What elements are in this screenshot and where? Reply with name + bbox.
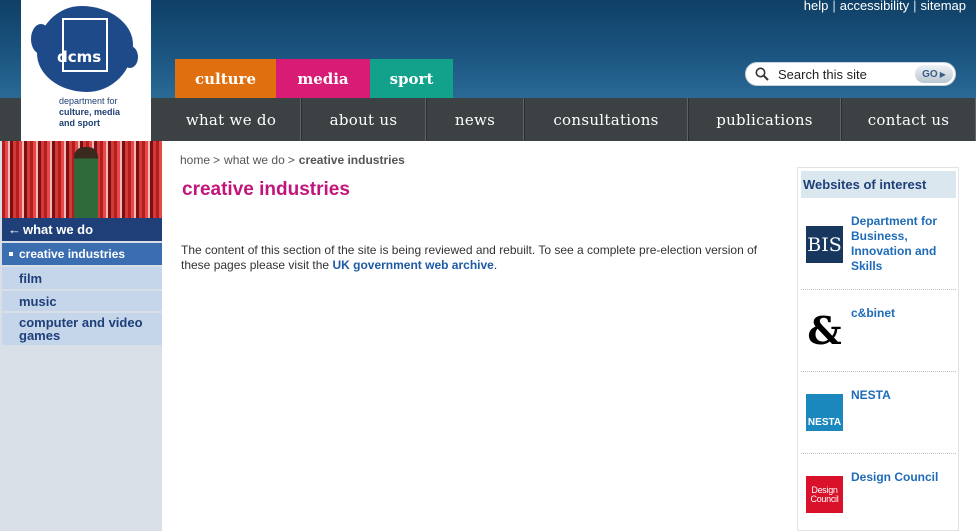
accessibility-link[interactable]: accessibility bbox=[840, 0, 909, 13]
page-title: creative industries bbox=[182, 179, 350, 200]
nav-news[interactable]: news bbox=[426, 98, 524, 141]
link-separator: | bbox=[832, 0, 836, 13]
tab-culture[interactable]: culture bbox=[175, 59, 276, 98]
site-cabinet[interactable]: & c&binet bbox=[801, 290, 956, 372]
tab-sport[interactable]: sport bbox=[370, 59, 453, 98]
search-go-button[interactable]: GO ▶ bbox=[915, 65, 953, 83]
sidebar-item-computer-and-video-games[interactable]: computer and video games bbox=[2, 313, 162, 345]
panel-title: Websites of interest bbox=[801, 171, 956, 198]
sidebar-item-film[interactable]: film bbox=[2, 267, 162, 289]
breadcrumb-separator: > bbox=[213, 153, 221, 167]
site-name[interactable]: c&binet bbox=[851, 306, 951, 321]
breadcrumb-what-we-do[interactable]: what we do bbox=[224, 153, 285, 167]
nesta-logo: NESTA bbox=[806, 394, 843, 431]
nav-about-us[interactable]: about us bbox=[301, 98, 426, 141]
photo-figure bbox=[74, 147, 98, 218]
section-photo bbox=[2, 141, 162, 218]
site-name[interactable]: Department for Business, Innovation and … bbox=[851, 214, 951, 274]
bis-logo: BIS bbox=[806, 226, 843, 263]
logo-text: dcms bbox=[57, 48, 102, 66]
web-archive-link[interactable]: UK government web archive bbox=[332, 258, 493, 272]
logo-caption-line-3: and sport bbox=[59, 118, 101, 128]
site-nesta[interactable]: NESTA NESTA bbox=[801, 372, 956, 454]
nav-publications[interactable]: publications bbox=[688, 98, 841, 141]
site-design-council[interactable]: Design Council Design Council bbox=[801, 454, 956, 530]
sitemap-link[interactable]: sitemap bbox=[920, 0, 966, 13]
utility-links: help | accessibility | sitemap bbox=[804, 0, 966, 13]
arrow-left-icon: ← bbox=[8, 222, 21, 237]
logo-caption-line-2: culture, media bbox=[59, 107, 121, 117]
sector-tabs: culture media sport bbox=[175, 59, 453, 98]
nav-what-we-do[interactable]: what we do bbox=[162, 98, 301, 141]
ampersand-icon: & bbox=[806, 308, 843, 353]
sidebar-section-title-label: what we do bbox=[23, 222, 94, 237]
site-name[interactable]: NESTA bbox=[851, 388, 951, 403]
breadcrumb-separator: > bbox=[287, 153, 295, 167]
breadcrumb: home > what we do > creative industries bbox=[180, 153, 405, 167]
tab-media[interactable]: media bbox=[276, 59, 370, 98]
sidebar-section-title[interactable]: ← what we do bbox=[2, 218, 162, 241]
nav-consultations[interactable]: consultations bbox=[524, 98, 688, 141]
search-box: GO ▶ bbox=[745, 62, 956, 86]
design-council-logo-text: Design Council bbox=[810, 484, 839, 504]
cabinet-logo-text: & bbox=[807, 308, 842, 353]
sidebar-item-creative-industries[interactable]: creative industries bbox=[2, 243, 162, 265]
search-icon bbox=[755, 67, 769, 81]
bullet-icon bbox=[9, 252, 13, 256]
nesta-logo-text: NESTA bbox=[807, 417, 842, 428]
logo-caption-line-1: department for bbox=[59, 96, 118, 106]
sidebar-item-music[interactable]: music bbox=[2, 291, 162, 311]
breadcrumb-home[interactable]: home bbox=[180, 153, 210, 167]
body-text: The content of this section of the site … bbox=[181, 243, 771, 273]
link-separator: | bbox=[913, 0, 917, 13]
search-go-label: GO bbox=[922, 68, 938, 80]
sidebar-item-label: creative industries bbox=[19, 247, 126, 261]
dcms-logo[interactable]: dcms department for culture, media and s… bbox=[21, 0, 151, 141]
nav-contact-us[interactable]: contact us bbox=[841, 98, 976, 141]
bis-logo-text: BIS bbox=[807, 233, 842, 256]
websites-of-interest-panel: Websites of interest BIS Department for … bbox=[797, 167, 959, 531]
left-sidebar: ← what we do creative industries film mu… bbox=[0, 141, 162, 531]
breadcrumb-current: creative industries bbox=[298, 153, 405, 167]
logo-caption: department for culture, media and sport bbox=[59, 96, 151, 129]
chevron-right-icon: ▶ bbox=[939, 69, 946, 79]
site-bis[interactable]: BIS Department for Business, Innovation … bbox=[801, 206, 956, 290]
search-input[interactable] bbox=[778, 66, 918, 83]
help-link[interactable]: help bbox=[804, 0, 829, 13]
site-name[interactable]: Design Council bbox=[851, 470, 951, 485]
design-council-logo: Design Council bbox=[806, 476, 843, 513]
body-text-end: . bbox=[493, 258, 498, 272]
